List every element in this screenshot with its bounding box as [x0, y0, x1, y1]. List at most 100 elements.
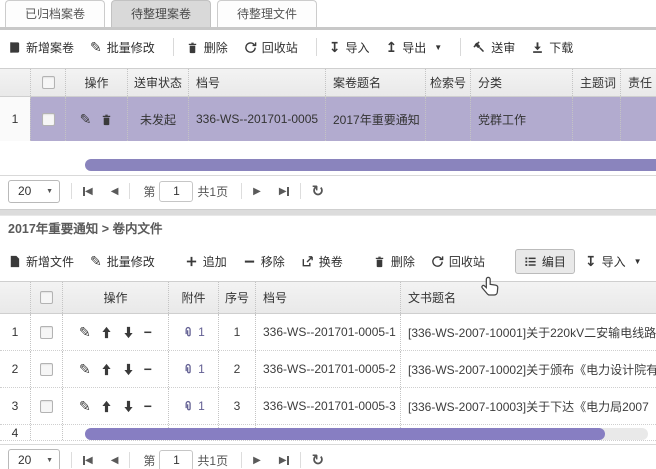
submit-review-button[interactable]: 送审	[473, 39, 515, 56]
row-checkbox[interactable]	[40, 400, 53, 413]
seq-value: 1	[218, 314, 255, 350]
col-docno[interactable]: 档号	[255, 282, 400, 313]
table-row[interactable]: 1 ✎ − 1 1 336-WS--201701-0005-1 [336-WS-…	[0, 314, 656, 351]
edit-icon[interactable]: ✎	[79, 362, 91, 376]
pager-separator	[71, 452, 72, 468]
attachment-cell[interactable]: 1	[168, 314, 218, 350]
last-page-button[interactable]: ▶	[279, 455, 289, 466]
new-volume-button[interactable]: 新增案卷	[8, 39, 74, 56]
rownum-header	[0, 69, 30, 96]
chevron-down-icon: ▼	[46, 457, 53, 464]
attachment-cell[interactable]: 1	[168, 388, 218, 424]
catalog-button[interactable]: 编目	[515, 249, 575, 274]
attachment-count: 1	[198, 362, 205, 376]
delete-volume-button[interactable]: 删除	[186, 39, 228, 56]
files-pager: 20 ▼ ◀ ◀ 第 1 共1页 ▶ ▶ ↻	[0, 444, 656, 469]
col-volume-title[interactable]: 案卷题名	[325, 69, 425, 96]
col-category[interactable]: 分类	[470, 69, 572, 96]
remove-row-icon[interactable]: −	[144, 362, 152, 376]
recycle-bin-files-button[interactable]: 回收站	[431, 253, 485, 270]
docno-value: 336-WS--201701-0005-3	[255, 388, 400, 424]
col-doc-title[interactable]: 文书题名	[400, 282, 656, 313]
page-prefix-label: 第	[143, 183, 155, 200]
tab-pending-files[interactable]: 待整理文件	[217, 0, 317, 27]
col-responsible[interactable]: 责任	[620, 69, 656, 96]
tab-archived-volumes[interactable]: 已归档案卷	[5, 0, 105, 27]
row-checkbox[interactable]	[40, 326, 53, 339]
table-row[interactable]: 3 ✎ − 1 3 336-WS--201701-0005-3 [336-WS-…	[0, 388, 656, 425]
page-number-input[interactable]: 1	[159, 181, 193, 202]
swap-volume-label: 换卷	[319, 253, 343, 270]
col-search-no[interactable]: 检索号	[425, 69, 470, 96]
move-up-icon[interactable]	[100, 400, 113, 413]
seq-value: 3	[218, 388, 255, 424]
prev-page-button[interactable]: ◀	[111, 455, 119, 466]
tab-pending-volumes[interactable]: 待整理案卷	[111, 0, 211, 27]
col-operation[interactable]: 操作	[65, 69, 127, 96]
batch-edit-files-button[interactable]: ✎ 批量修改	[90, 253, 155, 270]
prev-page-button[interactable]: ◀	[111, 186, 119, 197]
row-checkbox[interactable]	[42, 113, 55, 126]
move-up-icon[interactable]	[100, 326, 113, 339]
export-volumes-button[interactable]: ↥ 导出 ▼	[386, 39, 443, 56]
import-volumes-button[interactable]: ↧ 导入	[329, 39, 370, 56]
edit-icon[interactable]: ✎	[79, 399, 91, 413]
remove-row-icon[interactable]: −	[144, 325, 152, 339]
col-docno[interactable]: 档号	[188, 69, 325, 96]
col-review-status[interactable]: 送审状态	[127, 69, 188, 96]
move-down-icon[interactable]	[122, 400, 135, 413]
delete-file-button[interactable]: 删除	[373, 253, 415, 270]
select-all-cell	[30, 69, 65, 96]
select-all-checkbox[interactable]	[40, 291, 53, 304]
scrollbar-thumb[interactable]	[85, 428, 605, 440]
table-row[interactable]: 1 ✎ 未发起 336-WS--201701-0005 2017年重要通知 党群…	[0, 97, 656, 141]
refresh-icon[interactable]: ↻	[312, 182, 325, 200]
remove-row-icon[interactable]: −	[144, 399, 152, 413]
attachment-cell[interactable]: 1	[168, 351, 218, 387]
col-operation[interactable]: 操作	[62, 282, 168, 313]
move-down-icon[interactable]	[122, 363, 135, 376]
move-up-icon[interactable]	[100, 363, 113, 376]
pager-separator	[129, 183, 130, 199]
row-checkbox[interactable]	[40, 363, 53, 376]
first-page-button[interactable]: ◀	[83, 455, 93, 466]
volumes-pager: 20 ▼ ◀ ◀ 第 1 共1页 ▶ ▶ ↻	[0, 175, 656, 206]
remove-button[interactable]: 移除	[243, 253, 285, 270]
download-volumes-button[interactable]: 下载	[531, 39, 573, 56]
col-keywords[interactable]: 主题词	[572, 69, 620, 96]
edit-icon[interactable]: ✎	[79, 325, 91, 339]
seq-value: 2	[218, 351, 255, 387]
next-page-button[interactable]: ▶	[253, 186, 261, 197]
refresh-icon[interactable]: ↻	[312, 451, 325, 469]
select-all-checkbox[interactable]	[42, 76, 55, 89]
scrollbar-thumb[interactable]	[85, 159, 656, 171]
volume-title-value: 2017年重要通知	[325, 97, 425, 141]
toolbar-separator	[316, 38, 317, 56]
page-size-select[interactable]: 20 ▼	[8, 449, 60, 469]
row-number: 3	[0, 388, 30, 424]
row-operations: ✎ −	[62, 314, 168, 350]
page-number-input[interactable]: 1	[159, 450, 193, 469]
import-files-button[interactable]: ↧ 导入 ▼	[585, 253, 642, 270]
move-out-icon	[301, 255, 314, 268]
files-table-header: 操作 附件 序号 档号 文书题名	[0, 281, 656, 314]
page-size-select[interactable]: 20 ▼	[8, 180, 60, 203]
first-page-button[interactable]: ◀	[83, 186, 93, 197]
new-file-button[interactable]: 新增文件	[8, 253, 74, 270]
append-button[interactable]: 追加	[185, 253, 227, 270]
swap-volume-button[interactable]: 换卷	[301, 253, 343, 270]
move-down-icon[interactable]	[122, 326, 135, 339]
recycle-bin-volumes-button[interactable]: 回收站	[244, 39, 298, 56]
pager-separator	[241, 452, 242, 468]
col-attachment[interactable]: 附件	[168, 282, 218, 313]
batch-edit-volumes-button[interactable]: ✎ 批量修改	[90, 39, 155, 56]
page-size-value: 20	[18, 453, 31, 467]
last-page-button[interactable]: ▶	[279, 186, 289, 197]
table-row[interactable]: 2 ✎ − 1 2 336-WS--201701-0005-2 [336-WS-…	[0, 351, 656, 388]
edit-icon[interactable]: ✎	[80, 112, 92, 126]
next-page-button[interactable]: ▶	[253, 455, 261, 466]
col-seq[interactable]: 序号	[218, 282, 255, 313]
delete-row-icon[interactable]	[100, 113, 113, 126]
row-checkbox-cell	[30, 388, 62, 424]
row-checkbox-cell	[30, 351, 62, 387]
